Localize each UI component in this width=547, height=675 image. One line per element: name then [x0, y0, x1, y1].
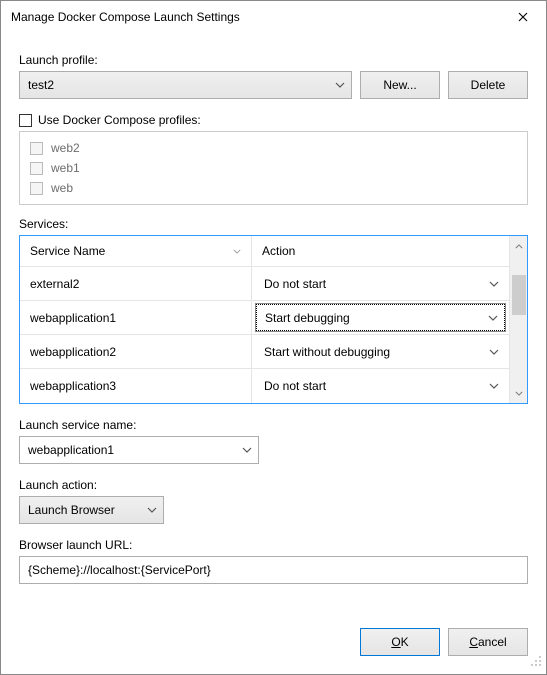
service-name-cell: webapplication3 — [20, 369, 252, 403]
service-action-value: Do not start — [264, 379, 326, 393]
service-action-cell: Do not start — [252, 267, 509, 300]
ok-button[interactable]: OK — [360, 628, 440, 656]
cancel-button[interactable]: Cancel — [448, 628, 528, 656]
delete-button[interactable]: Delete — [448, 71, 528, 99]
table-row: webapplication3 Do not start — [20, 369, 509, 403]
chevron-down-icon — [233, 249, 241, 254]
resize-grip-icon[interactable] — [530, 655, 542, 670]
use-profiles-label: Use Docker Compose profiles: — [38, 113, 201, 127]
titlebar: Manage Docker Compose Launch Settings — [1, 1, 546, 33]
compose-profile-checkbox[interactable] — [30, 162, 43, 175]
compose-profiles-list: web2 web1 web — [19, 131, 528, 205]
close-icon — [518, 12, 528, 22]
scroll-up-icon[interactable] — [510, 236, 528, 256]
service-name-header[interactable]: Service Name — [20, 236, 252, 266]
compose-profile-item[interactable]: web1 — [30, 158, 517, 178]
service-action-dropdown[interactable]: Start debugging — [256, 304, 505, 331]
chevron-down-icon — [147, 507, 157, 513]
compose-profile-label: web1 — [51, 161, 80, 175]
service-name-cell: external2 — [20, 267, 252, 300]
launch-profile-dropdown[interactable]: test2 — [19, 71, 352, 99]
browser-launch-url-input[interactable] — [19, 556, 528, 584]
service-action-cell: Start debugging — [252, 301, 509, 334]
compose-profile-checkbox[interactable] — [30, 142, 43, 155]
services-header: Service Name Action — [20, 236, 509, 267]
launch-action-dropdown[interactable]: Launch Browser — [19, 496, 164, 524]
service-action-dropdown[interactable]: Do not start — [256, 372, 505, 400]
compose-profile-checkbox[interactable] — [30, 182, 43, 195]
service-name-header-text: Service Name — [30, 244, 105, 258]
compose-profile-item[interactable]: web2 — [30, 138, 517, 158]
chevron-down-icon — [489, 281, 499, 287]
service-name-cell: webapplication1 — [20, 301, 252, 334]
scroll-down-icon[interactable] — [510, 383, 528, 403]
chevron-down-icon — [489, 349, 499, 355]
launch-service-name-label: Launch service name: — [19, 418, 528, 432]
dialog-footer: OK Cancel — [19, 608, 528, 656]
compose-profile-label: web — [51, 181, 73, 195]
services-label: Services: — [19, 217, 528, 231]
service-action-value: Start without debugging — [264, 345, 390, 359]
launch-profile-row: test2 New... Delete — [19, 71, 528, 99]
launch-service-name-value: webapplication1 — [28, 443, 114, 457]
launch-action-label: Launch action: — [19, 478, 528, 492]
service-action-cell: Start without debugging — [252, 335, 509, 368]
dialog-window: Manage Docker Compose Launch Settings La… — [0, 0, 547, 675]
service-name-cell: webapplication2 — [20, 335, 252, 368]
use-profiles-checkbox[interactable] — [19, 114, 32, 127]
table-row: external2 Do not start — [20, 267, 509, 301]
chevron-down-icon — [242, 447, 252, 453]
window-title: Manage Docker Compose Launch Settings — [11, 10, 240, 24]
launch-service-name-dropdown[interactable]: webapplication1 — [19, 436, 259, 464]
service-action-dropdown[interactable]: Do not start — [256, 270, 505, 297]
launch-profile-value: test2 — [28, 78, 54, 92]
new-button[interactable]: New... — [360, 71, 440, 99]
chevron-down-icon — [489, 383, 499, 389]
table-row: webapplication1 Start debugging — [20, 301, 509, 335]
service-action-value: Start debugging — [265, 311, 350, 325]
service-action-value: Do not start — [264, 277, 326, 291]
chevron-down-icon — [335, 82, 345, 88]
compose-profile-item[interactable]: web — [30, 178, 517, 198]
use-profiles-row: Use Docker Compose profiles: — [19, 113, 528, 127]
dialog-content: Launch profile: test2 New... Delete Use … — [1, 33, 546, 674]
launch-action-value: Launch Browser — [28, 503, 115, 517]
browser-launch-url-label: Browser launch URL: — [19, 538, 528, 552]
chevron-down-icon — [488, 315, 498, 321]
services-scrollbar[interactable] — [509, 236, 527, 403]
action-header-text: Action — [262, 244, 295, 258]
close-button[interactable] — [500, 1, 546, 33]
compose-profile-label: web2 — [51, 141, 80, 155]
action-header[interactable]: Action — [252, 236, 509, 266]
service-action-cell: Do not start — [252, 369, 509, 403]
launch-profile-label: Launch profile: — [19, 53, 528, 67]
scroll-thumb[interactable] — [512, 275, 526, 315]
service-action-dropdown[interactable]: Start without debugging — [256, 338, 505, 365]
table-row: webapplication2 Start without debugging — [20, 335, 509, 369]
services-table: Service Name Action external2 Do not star… — [19, 235, 528, 404]
